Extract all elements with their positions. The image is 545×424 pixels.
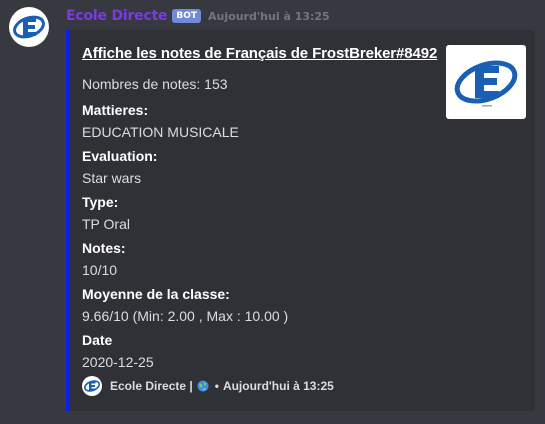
- field-name: Notes:: [82, 240, 126, 256]
- author-name[interactable]: Ecole Directe: [66, 8, 168, 24]
- bot-avatar[interactable]: [9, 7, 49, 47]
- embed-card: Affiche les notes de Français de FrostBr…: [66, 30, 535, 411]
- discord-message: Ecole Directe BOT Aujourd'hui à 13:25 Af…: [0, 0, 545, 424]
- field-name: Type:: [82, 194, 119, 210]
- embed-title[interactable]: Affiche les notes de Français de FrostBr…: [82, 45, 437, 62]
- field-name: Evaluation:: [82, 148, 158, 164]
- embed-field-matieres: Mattieres: EDUCATION MUSICALE: [82, 101, 239, 141]
- embed-field-type: Type: TP Oral: [82, 193, 130, 233]
- field-value: EDUCATION MUSICALE: [82, 124, 239, 140]
- footer-separator: •: [214, 379, 219, 393]
- ecole-directe-logo-icon: [454, 60, 518, 107]
- embed-description: Nombres de notes: 153: [82, 76, 228, 92]
- field-value: 9.66/10 (Min: 2.00 , Max : 10.00 ): [82, 308, 289, 324]
- embed-field-date: Date 2020-12-25: [82, 331, 154, 371]
- footer-timestamp: Aujourd'hui à 13:25: [222, 379, 334, 393]
- embed-thumbnail[interactable]: [446, 45, 526, 119]
- footer-logo-icon: [82, 376, 102, 396]
- footer-text: Ecole Directe |: [110, 379, 193, 393]
- field-value: 2020-12-25: [82, 354, 154, 370]
- embed-footer: Ecole Directe | • Aujourd'hui à 13:25: [82, 376, 334, 396]
- ecole-directe-logo-icon: [13, 15, 45, 39]
- message-header: Ecole Directe BOT Aujourd'hui à 13:25: [66, 6, 330, 26]
- field-value: 10/10: [82, 262, 118, 278]
- field-name: Mattieres:: [82, 102, 149, 118]
- message-timestamp: Aujourd'hui à 13:25: [208, 9, 330, 23]
- embed-field-notes: Notes: 10/10: [82, 239, 126, 279]
- bot-badge: BOT: [172, 9, 202, 23]
- field-name: Date: [82, 332, 113, 348]
- embed-field-moyenne: Moyenne de la classe: 9.66/10 (Min: 2.00…: [82, 285, 288, 325]
- field-name: Moyenne de la classe:: [82, 286, 230, 302]
- field-value: Star wars: [82, 170, 142, 186]
- field-value: TP Oral: [82, 216, 130, 232]
- embed-field-evaluation: Evaluation: Star wars: [82, 147, 157, 187]
- globe-icon: [197, 380, 209, 392]
